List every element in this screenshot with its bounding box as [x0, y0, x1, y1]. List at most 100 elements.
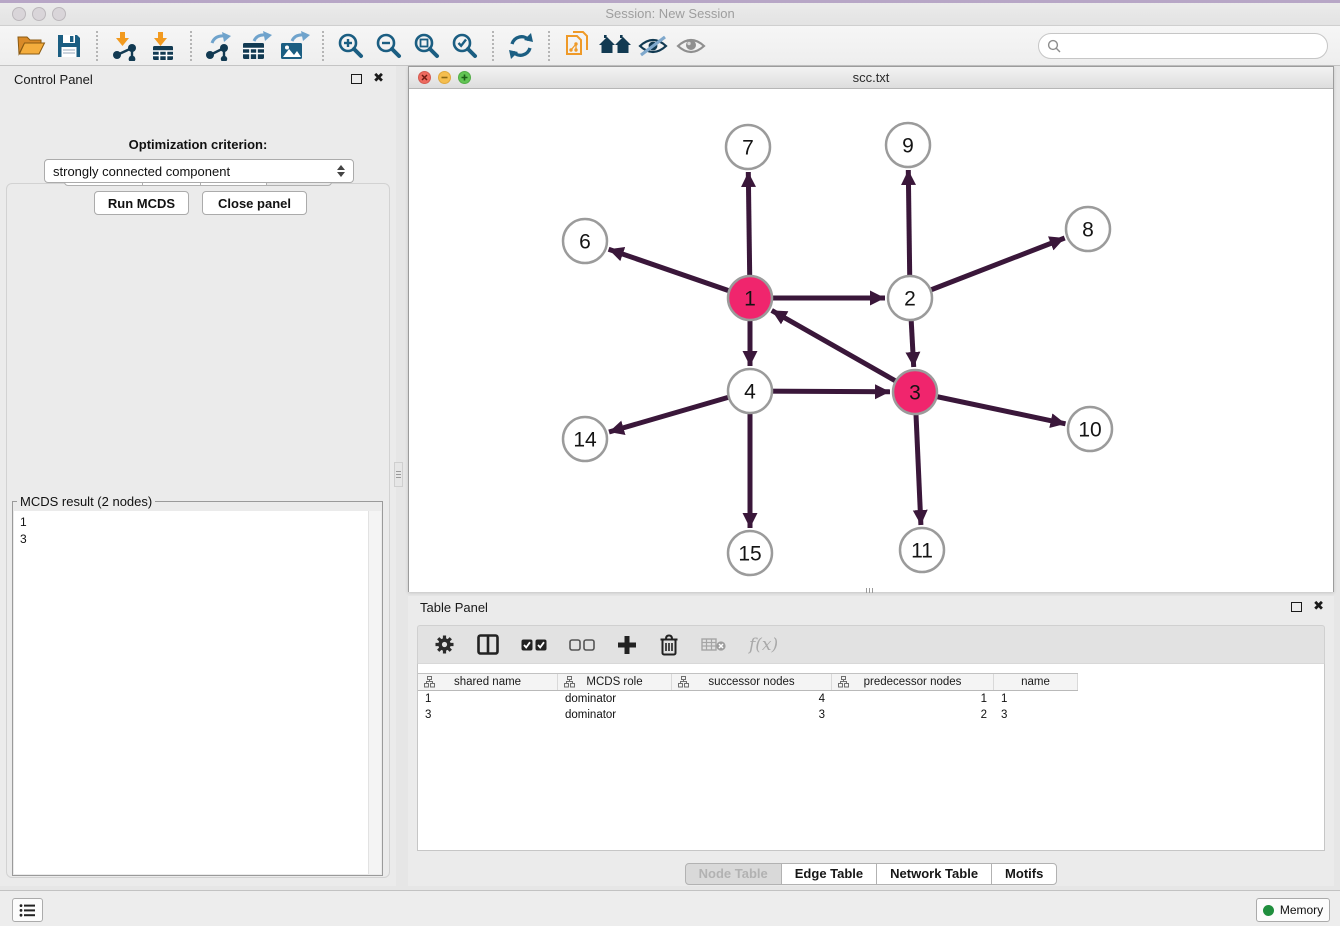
export-table-icon[interactable]: [238, 29, 276, 63]
tab-motifs[interactable]: Motifs: [991, 863, 1057, 885]
close-panel-icon[interactable]: ✖: [373, 70, 384, 86]
optimization-dropdown[interactable]: strongly connected component: [44, 159, 354, 183]
run-mcds-button[interactable]: Run MCDS: [94, 191, 189, 215]
node-10[interactable]: 10: [1068, 407, 1112, 451]
zoom-out-icon[interactable]: [370, 29, 408, 63]
deselect-all-icon[interactable]: [569, 630, 595, 660]
table-cell[interactable]: 2: [832, 708, 994, 724]
function-icon[interactable]: f(x): [749, 630, 778, 660]
search-field[interactable]: [1038, 33, 1328, 59]
svg-text:8: 8: [1082, 219, 1094, 242]
svg-text:7: 7: [742, 137, 754, 160]
table-cell[interactable]: 4: [672, 692, 832, 708]
network-window-title: scc.txt: [409, 70, 1333, 85]
save-icon[interactable]: [50, 29, 88, 63]
tab-edge-table[interactable]: Edge Table: [781, 863, 877, 885]
vertical-splitter-handle[interactable]: [394, 462, 403, 487]
table-panel-title: Table Panel: [420, 600, 488, 615]
table-cell[interactable]: dominator: [558, 692, 672, 708]
toolbar-separator: [548, 31, 550, 61]
edge-2-8[interactable]: [910, 238, 1065, 298]
edge-3-1[interactable]: [772, 310, 915, 392]
table-row[interactable]: 1dominator411: [418, 692, 1078, 708]
result-scrollbar[interactable]: [368, 511, 381, 874]
node-table[interactable]: shared nameMCDS rolesuccessor nodesprede…: [417, 663, 1325, 851]
tab-network-table[interactable]: Network Table: [876, 863, 992, 885]
column-header-successor-nodes[interactable]: successor nodes: [672, 674, 832, 690]
node-9[interactable]: 9: [886, 123, 930, 167]
memory-label: Memory: [1280, 903, 1323, 917]
gear-icon[interactable]: [434, 630, 455, 660]
table-cell[interactable]: dominator: [558, 708, 672, 724]
zoom-in-icon[interactable]: [332, 29, 370, 63]
result-line: 3: [20, 531, 375, 548]
column-header-shared-name[interactable]: shared name: [418, 674, 558, 690]
node-11[interactable]: 11: [900, 528, 944, 572]
export-image-icon[interactable]: [276, 29, 314, 63]
add-icon[interactable]: [617, 630, 637, 660]
window-accent-strip: [0, 0, 1340, 3]
node-4[interactable]: 4: [728, 369, 772, 413]
network-graph[interactable]: 7 9 6 8 1 2 4 3 14 10 15 11: [409, 89, 1333, 592]
node-7[interactable]: 7: [726, 125, 770, 169]
table-cell[interactable]: 1: [994, 692, 1078, 708]
table-cell[interactable]: 3: [994, 708, 1078, 724]
column-header-MCDS-role[interactable]: MCDS role: [558, 674, 672, 690]
node-3[interactable]: 3: [893, 370, 937, 414]
trash-icon[interactable]: [659, 630, 679, 660]
export-network-icon[interactable]: [200, 29, 238, 63]
eye-slash-icon[interactable]: [634, 29, 672, 63]
tab-node-table[interactable]: Node Table: [685, 863, 782, 885]
node-15[interactable]: 15: [728, 531, 772, 575]
svg-text:9: 9: [902, 135, 914, 158]
table-cell[interactable]: 1: [418, 692, 558, 708]
application-window: Session: New Session: [0, 0, 1340, 926]
open-folder-icon[interactable]: [12, 29, 50, 63]
mcds-result-list[interactable]: 13: [14, 511, 381, 874]
import-network-icon[interactable]: [106, 29, 144, 63]
task-history-button[interactable]: [12, 898, 43, 922]
column-header-predecessor-nodes[interactable]: predecessor nodes: [832, 674, 994, 690]
mcds-result-title: MCDS result (2 nodes): [17, 494, 155, 509]
documents-share-icon[interactable]: [558, 29, 596, 63]
float-table-panel-icon[interactable]: [1291, 602, 1302, 612]
memory-button[interactable]: Memory: [1256, 898, 1330, 922]
attribute-tree-icon: [678, 676, 689, 688]
search-icon: [1047, 39, 1061, 53]
toolbar-separator: [96, 31, 98, 61]
search-input[interactable]: [1065, 36, 1327, 56]
node-1[interactable]: 1: [728, 276, 772, 320]
node-8[interactable]: 8: [1066, 207, 1110, 251]
close-table-panel-icon[interactable]: ✖: [1313, 598, 1324, 614]
attribute-tree-icon: [564, 676, 575, 688]
columns-icon[interactable]: [477, 630, 499, 660]
table-panel: Table Panel ✖ f(x): [408, 596, 1334, 886]
zoom-fit-icon[interactable]: [408, 29, 446, 63]
node-2[interactable]: 2: [888, 276, 932, 320]
select-all-icon[interactable]: [521, 630, 547, 660]
network-canvas[interactable]: 7 9 6 8 1 2 4 3 14 10 15 11: [409, 89, 1333, 592]
houses-icon[interactable]: [596, 29, 634, 63]
float-panel-icon[interactable]: [351, 74, 362, 84]
table-toolbar: f(x): [417, 625, 1325, 663]
attribute-tree-icon: [838, 676, 849, 688]
import-table-icon[interactable]: [144, 29, 182, 63]
control-panel: Control Panel ✖ NetworkStyleSelectMCDS O…: [0, 66, 396, 886]
toolbar-separator: [190, 31, 192, 61]
dropdown-stepper-icon: [337, 165, 345, 177]
table-cell[interactable]: 1: [832, 692, 994, 708]
toolbar-separator: [492, 31, 494, 61]
horizontal-splitter-handle[interactable]: [858, 587, 880, 594]
optimization-label: Optimization criterion:: [0, 137, 396, 152]
eye-icon[interactable]: [672, 29, 710, 63]
column-header-name[interactable]: name: [994, 674, 1078, 690]
zoom-selected-icon[interactable]: [446, 29, 484, 63]
table-row[interactable]: 3dominator323: [418, 708, 1078, 724]
delete-table-icon[interactable]: [701, 630, 727, 660]
table-cell[interactable]: 3: [418, 708, 558, 724]
node-6[interactable]: 6: [563, 219, 607, 263]
close-panel-button[interactable]: Close panel: [202, 191, 307, 215]
refresh-icon[interactable]: [502, 29, 540, 63]
node-14[interactable]: 14: [563, 417, 607, 461]
table-cell[interactable]: 3: [672, 708, 832, 724]
